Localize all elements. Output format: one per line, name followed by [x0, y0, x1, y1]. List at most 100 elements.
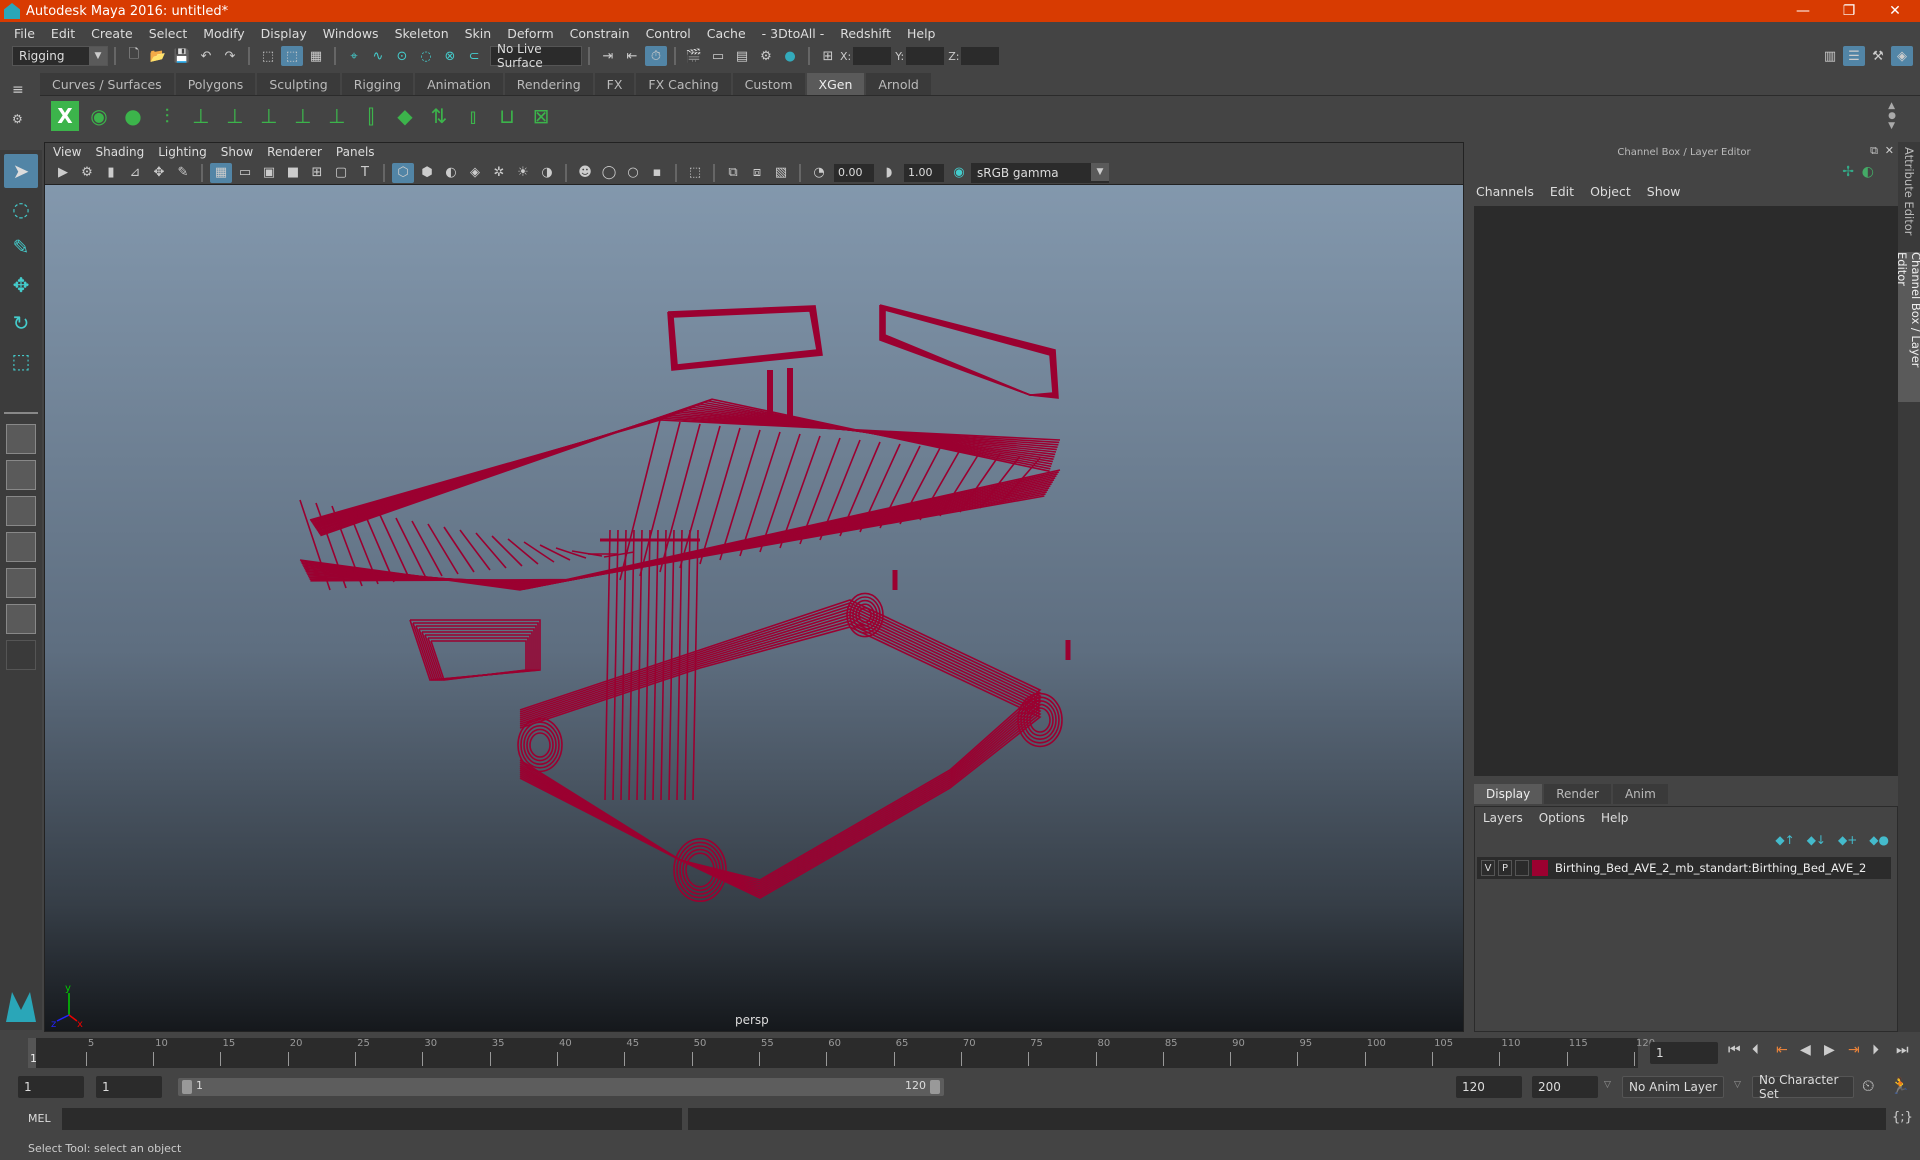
depth-of-field-icon[interactable]: ▪	[646, 163, 668, 183]
xray-active-icon[interactable]: ⧉	[722, 163, 744, 183]
hypershade-icon[interactable]: ●	[779, 46, 801, 66]
layer-display-type-toggle[interactable]	[1515, 860, 1529, 876]
x-field[interactable]	[853, 47, 892, 65]
xgen-add-guide-icon[interactable]: ⊥	[187, 101, 215, 131]
wireframe-icon[interactable]: ⬡	[392, 162, 414, 183]
vp-menu-view[interactable]: View	[53, 145, 81, 159]
rotate-tool-icon[interactable]: ↻	[4, 306, 38, 340]
shelf-menu-icon[interactable]: ≡	[12, 82, 24, 98]
twod-pan-zoom-icon[interactable]: ✥	[148, 163, 170, 183]
undo-icon[interactable]: ↶	[195, 46, 217, 66]
input-ops-icon[interactable]: ⇥	[597, 46, 619, 66]
range-start-handle[interactable]	[182, 1080, 192, 1094]
render-settings-icon[interactable]: ⚙	[755, 46, 777, 66]
menu-skeleton[interactable]: Skeleton	[387, 26, 457, 41]
float-panel-icon[interactable]: ⧉	[1870, 144, 1878, 158]
step-back-frame-icon[interactable]: ⏴	[1752, 1042, 1759, 1058]
chevron-down-icon[interactable]: ▽	[1734, 1080, 1741, 1090]
layer-menu-layers[interactable]: Layers	[1483, 811, 1523, 825]
menu-skin[interactable]: Skin	[457, 26, 500, 41]
layer-playback-toggle[interactable]: P	[1498, 860, 1512, 876]
menu-windows[interactable]: Windows	[315, 26, 387, 41]
live-surface-field[interactable]: No Live Surface	[490, 42, 582, 70]
layout-more-icon[interactable]	[6, 640, 36, 670]
menu-help[interactable]: Help	[899, 26, 944, 41]
shelf-tab-polygons[interactable]: Polygons	[175, 73, 256, 95]
layout-hypershade-persp-icon[interactable]	[6, 568, 36, 598]
isolate-select-icon[interactable]: ⬚	[684, 163, 706, 183]
range-end-handle[interactable]	[930, 1080, 940, 1094]
grid-icon[interactable]: ▦	[210, 162, 232, 183]
paint-select-tool-icon[interactable]: ✎	[4, 230, 38, 264]
menu-edit[interactable]: Edit	[43, 26, 83, 41]
birthing-bed-wireframe[interactable]: y z x	[45, 185, 1463, 1031]
modeling-toolkit-icon[interactable]: ▥	[1819, 46, 1841, 66]
redo-icon[interactable]: ↷	[219, 46, 241, 66]
shelf-tab-sculpting[interactable]: Sculpting	[257, 73, 340, 95]
z-field[interactable]	[961, 47, 1000, 65]
transform-mode-icon[interactable]: ⊞	[817, 46, 839, 66]
move-layer-down-icon[interactable]: ◆↓	[1807, 833, 1826, 847]
xgen-delete-guide-icon[interactable]: ⊠	[527, 101, 555, 131]
channel-box-toggle-icon[interactable]: ◈	[1891, 46, 1913, 66]
color-management-toggle-icon[interactable]: ◉	[948, 163, 970, 183]
cb-menu-object[interactable]: Object	[1590, 184, 1631, 199]
lasso-tool-icon[interactable]: ◌	[4, 192, 38, 226]
resolution-gate-icon[interactable]: ▣	[258, 163, 280, 183]
menu-file[interactable]: File	[6, 26, 43, 41]
cb-menu-channels[interactable]: Channels	[1476, 184, 1534, 199]
vp-menu-renderer[interactable]: Renderer	[267, 145, 322, 159]
snap-grid-icon[interactable]: ⌖	[343, 46, 365, 66]
move-layer-up-icon[interactable]: ◆↑	[1775, 833, 1794, 847]
layer-tab-anim[interactable]: Anim	[1612, 784, 1668, 804]
animation-end-field[interactable]: 200	[1532, 1076, 1598, 1098]
snap-curve-icon[interactable]: ∿	[367, 46, 389, 66]
layer-tab-display[interactable]: Display	[1474, 784, 1543, 804]
shelf-tab-fx-caching[interactable]: FX Caching	[636, 73, 731, 95]
shelf-tab-animation[interactable]: Animation	[415, 73, 503, 95]
menuset-dropdown[interactable]: Rigging ▼	[12, 46, 108, 66]
step-forward-frame-icon[interactable]: ⏵	[1872, 1042, 1879, 1058]
shelf-scroll[interactable]: ▲ ● ▼	[1888, 101, 1900, 131]
ambient-occlusion-icon[interactable]: ☻	[574, 163, 596, 183]
select-camera-icon[interactable]: ▶	[52, 163, 74, 183]
default-lighting-icon[interactable]: ☀	[512, 163, 534, 183]
step-back-key-icon[interactable]: ⇤	[1776, 1042, 1788, 1058]
safe-title-icon[interactable]: T	[354, 163, 376, 183]
range-slider-bar[interactable]: 1 120	[178, 1078, 944, 1096]
shelf-tab-rendering[interactable]: Rendering	[504, 73, 593, 95]
grease-pencil-icon[interactable]: ✎	[172, 163, 194, 183]
cb-menu-edit[interactable]: Edit	[1550, 184, 1574, 199]
animation-start-field[interactable]: 1	[18, 1076, 84, 1098]
xray-joints-icon[interactable]: ✲	[488, 163, 510, 183]
attribute-editor-tab[interactable]: Attribute Editor	[1898, 146, 1920, 236]
render-view-icon[interactable]: 🎬	[683, 46, 705, 66]
select-component-icon[interactable]: ▦	[305, 46, 327, 66]
character-set-dropdown[interactable]: No Character Set	[1752, 1073, 1854, 1101]
bookmark-icon[interactable]: ▮	[100, 163, 122, 183]
exposure-icon[interactable]: ◔	[808, 163, 830, 183]
restore-button[interactable]: ❐	[1826, 0, 1872, 22]
smooth-shade-icon[interactable]: ⬢	[416, 163, 438, 183]
new-scene-icon[interactable]: 🗋	[123, 46, 145, 66]
manipulator-icon[interactable]: ✢	[1842, 164, 1854, 180]
playback-end-field[interactable]: 120	[1456, 1076, 1522, 1098]
film-gate-icon[interactable]: ▭	[234, 163, 256, 183]
channel-box-tab[interactable]: Channel Box / Layer Editor	[1895, 252, 1920, 402]
select-hierarchy-icon[interactable]: ⬚	[257, 46, 279, 66]
3d-scene[interactable]: y z x persp	[45, 185, 1463, 1031]
auto-key-icon[interactable]: ⏲	[1862, 1076, 1874, 1096]
xgen-select-guides-icon[interactable]: ⫾	[459, 101, 487, 131]
wireframe-on-shaded-icon[interactable]: ◐	[440, 163, 462, 183]
new-layer-selected-icon[interactable]: ◆●	[1869, 833, 1889, 847]
shelf-tab-xgen[interactable]: XGen	[806, 73, 865, 95]
construction-history-icon[interactable]: ⏱	[645, 46, 667, 66]
ipr-render-icon[interactable]: ▤	[731, 46, 753, 66]
xgen-clear-preview-icon[interactable]: ●	[119, 101, 147, 131]
step-forward-key-icon[interactable]: ⇥	[1848, 1042, 1860, 1058]
shelf-tab-arnold[interactable]: Arnold	[866, 73, 931, 95]
vp-menu-panels[interactable]: Panels	[336, 145, 375, 159]
layer-visibility-toggle[interactable]: V	[1481, 860, 1495, 876]
shadows-icon[interactable]: ◑	[536, 163, 558, 183]
open-scene-icon[interactable]: 📂	[147, 46, 169, 66]
